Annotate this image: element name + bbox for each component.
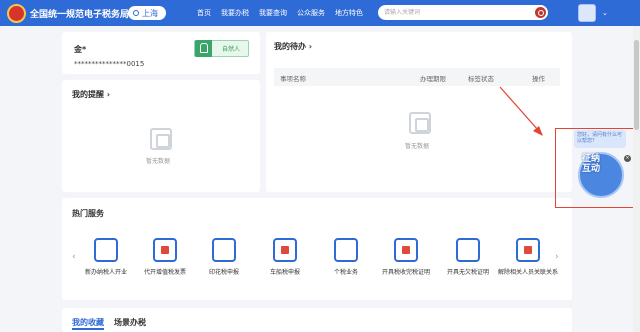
reminders-title[interactable]: 我的提醒 › xyxy=(72,89,110,100)
service-label: 印花税申报 xyxy=(208,269,239,276)
service-item[interactable]: 开具无欠税证明 xyxy=(438,238,498,277)
nav-query[interactable]: 我要查询 xyxy=(254,0,292,26)
todo-empty-text: 暂无数据 xyxy=(405,143,430,150)
reminders-card: 我的提醒 › 暂无数据 xyxy=(62,80,260,192)
assistant-label[interactable]: 征纳互动 xyxy=(582,154,608,174)
main-nav: 首页 我要办税 我要查询 公众服务 地方特色 xyxy=(192,0,368,26)
region-selector[interactable]: 上海 xyxy=(128,6,166,20)
search-input[interactable]: 请输入关键词 xyxy=(378,5,548,20)
user-id: ***************0015 xyxy=(74,60,145,68)
todo-table-header: 事项名称 办理期限 标签状态 操作 xyxy=(274,68,560,86)
tab-scenario-tax[interactable]: 场景办税 xyxy=(114,317,146,328)
service-item[interactable]: 印花税申报 xyxy=(194,238,254,277)
service-label: 车船税申报 xyxy=(269,269,300,276)
service-item[interactable]: 解除相关人员关联关系 xyxy=(498,238,558,277)
col-tag-status: 标签状态 xyxy=(468,75,494,83)
shop-icon xyxy=(94,238,118,262)
certificate-icon xyxy=(456,238,480,262)
user-card: 金* ***************0015 自然人 xyxy=(62,32,260,74)
assistant-bubble[interactable]: 您好，请问有什么可以帮您？ xyxy=(574,130,626,148)
empty-box-icon xyxy=(409,112,431,134)
location-pin-icon xyxy=(133,10,139,16)
col-action: 操作 xyxy=(532,75,545,83)
empty-box-icon xyxy=(150,128,172,150)
nav-public-service[interactable]: 公众服务 xyxy=(292,0,330,26)
tab-favorites[interactable]: 我的收藏 xyxy=(72,317,104,330)
natural-person-label: 自然人 xyxy=(222,46,241,53)
printer-icon xyxy=(394,238,418,262)
car-icon xyxy=(273,238,297,262)
scrollbar-thumb[interactable] xyxy=(634,40,639,130)
todo-card: 我的待办 › 事项名称 办理期限 标签状态 操作 暂无数据 xyxy=(266,32,572,192)
person-icon xyxy=(195,40,212,57)
service-item[interactable]: 代开增值税发票 xyxy=(135,238,195,277)
col-deadline: 办理期限 xyxy=(420,75,446,83)
nav-home[interactable]: 首页 xyxy=(192,0,216,26)
service-item[interactable]: 车船税申报 xyxy=(255,238,315,277)
reminders-empty-text: 暂无数据 xyxy=(146,158,171,165)
service-label: 代开增值税发票 xyxy=(143,269,186,276)
user-name: 金* xyxy=(74,45,87,54)
service-label: 个税业务 xyxy=(333,269,358,276)
service-item[interactable]: 个税业务 xyxy=(316,238,376,277)
nav-file-tax[interactable]: 我要办税 xyxy=(216,0,254,26)
service-label: 解除相关人员关联关系 xyxy=(498,269,559,276)
service-item[interactable]: 开具税收完税证明 xyxy=(376,238,436,277)
service-label: 新办纳税人开业 xyxy=(84,269,127,276)
todo-title[interactable]: 我的待办 › xyxy=(274,41,312,52)
site-title[interactable]: 全国统一规范电子税务局 xyxy=(30,7,129,20)
unlink-icon xyxy=(516,238,540,262)
top-header: 全国统一规范电子税务局 上海 首页 我要办税 我要查询 公众服务 地方特色 请输… xyxy=(0,0,640,26)
hot-services-title: 热门服务 xyxy=(72,209,104,218)
avatar[interactable] xyxy=(578,4,596,22)
service-item[interactable]: 新办纳税人开业 xyxy=(76,238,136,277)
region-label: 上海 xyxy=(142,8,158,18)
col-item-name: 事项名称 xyxy=(280,75,306,83)
tax-doc-icon xyxy=(334,238,358,262)
invoice-icon xyxy=(153,238,177,262)
chevron-down-icon[interactable]: ⌄ xyxy=(602,9,608,17)
tax-emblem-icon xyxy=(7,4,26,23)
search-button[interactable] xyxy=(535,7,546,18)
service-label: 开具税收完税证明 xyxy=(381,269,430,276)
close-icon[interactable]: × xyxy=(624,155,631,162)
nav-local-features[interactable]: 地方特色 xyxy=(330,0,368,26)
stamp-icon xyxy=(212,238,236,262)
natural-person-button[interactable]: 自然人 xyxy=(194,40,249,57)
service-label: 开具无欠税证明 xyxy=(446,269,489,276)
